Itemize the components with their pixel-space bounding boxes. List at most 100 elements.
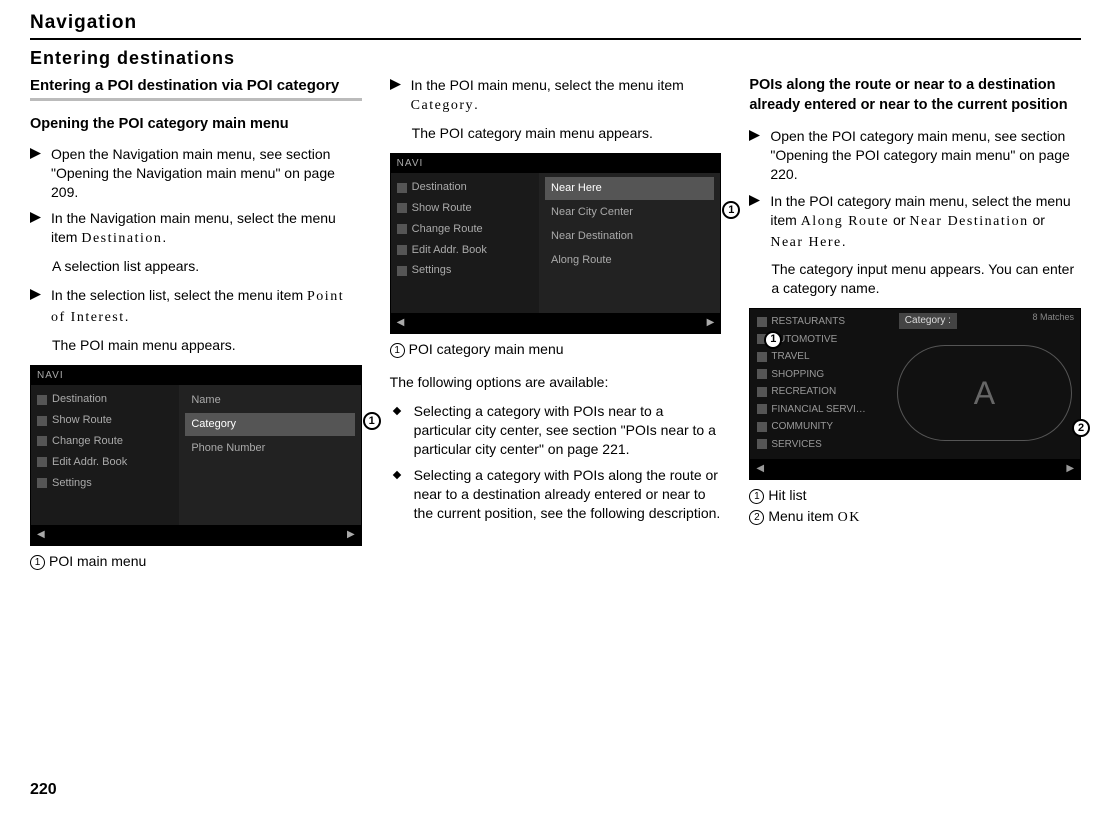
- menu-label: Destination: [52, 392, 107, 407]
- screenshot-category-input: 8 Matches RESTAURANTS AUTOMOTIVE 1 TRAVE…: [749, 308, 1081, 480]
- play-icon: [30, 212, 41, 249]
- diamond-bullet-icon: [392, 407, 400, 415]
- route-icon: [397, 203, 407, 213]
- option: Near City Center 1: [545, 201, 714, 224]
- callout-2: 2: [1072, 419, 1090, 437]
- play-icon: [30, 289, 41, 328]
- change-icon: [37, 436, 47, 446]
- text: In the POI main menu, select the menu it…: [411, 77, 684, 93]
- callout-1: 1: [764, 331, 782, 349]
- content-columns: Entering a POI destination via POI categ…: [30, 76, 1081, 585]
- menu-term: Along Route: [801, 214, 889, 229]
- bullet-list: Selecting a category with POIs near to a…: [390, 402, 722, 523]
- menu-label: Edit Addr. Book: [412, 243, 487, 258]
- gear-icon: [397, 266, 407, 276]
- category-icon: [757, 439, 767, 449]
- circled-2-icon: 2: [749, 510, 764, 525]
- flag-icon: [37, 395, 47, 405]
- option-highlighted: Near Here: [545, 177, 714, 200]
- title-underline: [30, 98, 362, 101]
- change-icon: [397, 224, 407, 234]
- callout-1: 1: [722, 201, 740, 219]
- menu-label: Settings: [52, 476, 92, 491]
- text: .: [125, 308, 129, 324]
- column-3: POIs along the route or near to a destin…: [749, 76, 1081, 585]
- result-text: A selection list appears.: [52, 257, 362, 276]
- menu-label: Show Route: [52, 413, 112, 428]
- hit-item: SERVICES: [771, 438, 821, 452]
- column-2: In the POI main menu, select the menu it…: [390, 76, 722, 585]
- option: Along Route: [545, 249, 714, 272]
- caption: 2Menu item OK: [749, 507, 1081, 528]
- ss-header: NAVI: [391, 154, 721, 174]
- result-text: The category input menu appears. You can…: [771, 260, 1081, 298]
- menu-term: Destination: [81, 231, 162, 246]
- menu-label: Change Route: [412, 222, 483, 237]
- hit-item: SHOPPING: [771, 368, 824, 382]
- text: .: [842, 233, 846, 249]
- category-icon: [757, 369, 767, 379]
- category-label: Category :: [899, 313, 957, 329]
- step-text: In the POI main menu, select the menu it…: [411, 76, 722, 116]
- step-list: Open the POI category main menu, see sec…: [749, 127, 1081, 252]
- play-icon: [30, 148, 41, 202]
- ss-left-menu: Destination Show Route Change Route Edit…: [391, 173, 539, 313]
- divider: [30, 38, 1081, 40]
- text: .: [162, 229, 166, 245]
- subheading: POIs along the route or near to a destin…: [749, 76, 1081, 115]
- step-item: In the Navigation main menu, select the …: [30, 209, 362, 249]
- step-text: In the selection list, select the menu i…: [51, 286, 362, 328]
- hit-item: TRAVEL: [771, 350, 809, 364]
- menu-label: Show Route: [412, 201, 472, 216]
- menu-label: Destination: [412, 180, 467, 195]
- route-icon: [37, 416, 47, 426]
- chapter-title: Navigation: [30, 10, 1081, 36]
- section-title: Entering destinations: [30, 46, 1081, 70]
- circled-1-icon: 1: [30, 555, 45, 570]
- ss-footer: ◀▶: [750, 459, 1080, 479]
- ss-right-menu: Near Here Near City Center 1 Near Destin…: [539, 173, 720, 313]
- menu-label: Settings: [412, 263, 452, 278]
- step-text: In the POI category main menu, select th…: [770, 192, 1081, 253]
- input-wheel: Category : A 2: [889, 309, 1080, 459]
- text: Menu item: [768, 508, 837, 524]
- option: Phone Number: [185, 437, 354, 460]
- ss-left-menu: Destination Show Route Change Route Edit…: [31, 385, 179, 525]
- play-icon: [749, 130, 760, 184]
- caption: 1POI category main menu: [390, 340, 722, 359]
- category-icon: [757, 422, 767, 432]
- letter-a: A: [974, 372, 995, 415]
- flag-icon: [397, 183, 407, 193]
- step-item: Open the Navigation main menu, see secti…: [30, 145, 362, 202]
- bullet-item: Selecting a category with POIs near to a…: [390, 402, 722, 459]
- ss-header: NAVI: [31, 366, 361, 386]
- menu-term: Category: [411, 98, 474, 113]
- subheading: Opening the POI category main menu: [30, 115, 362, 135]
- option: Near Destination: [545, 225, 714, 248]
- callout-1: 1: [363, 412, 381, 430]
- hit-item: COMMUNITY: [771, 420, 833, 434]
- paragraph: The following options are available:: [390, 373, 722, 392]
- hit-list: RESTAURANTS AUTOMOTIVE 1 TRAVEL SHOPPING…: [750, 309, 888, 459]
- menu-label: Edit Addr. Book: [52, 455, 127, 470]
- ss-footer: ◀▶: [391, 313, 721, 333]
- hit-item: RECREATION: [771, 385, 836, 399]
- screenshot-poi-category: NAVI Destination Show Route Change Route…: [390, 153, 722, 334]
- category-icon: [757, 352, 767, 362]
- caption: 1Hit list: [749, 486, 1081, 505]
- gear-icon: [37, 478, 47, 488]
- category-icon: [757, 404, 767, 414]
- book-icon: [397, 245, 407, 255]
- diamond-bullet-icon: [392, 471, 400, 479]
- subsection-title: Entering a POI destination via POI categ…: [30, 76, 362, 96]
- play-icon: [749, 195, 760, 253]
- play-icon: [390, 79, 401, 116]
- option: Name: [185, 389, 354, 412]
- hit-item: RESTAURANTS: [771, 315, 845, 329]
- book-icon: [37, 457, 47, 467]
- text: .: [474, 96, 478, 112]
- step-text: Open the POI category main menu, see sec…: [770, 127, 1081, 184]
- step-list: In the POI main menu, select the menu it…: [390, 76, 722, 116]
- hit-item: FINANCIAL SERVI…: [771, 403, 865, 417]
- text: or: [889, 212, 909, 228]
